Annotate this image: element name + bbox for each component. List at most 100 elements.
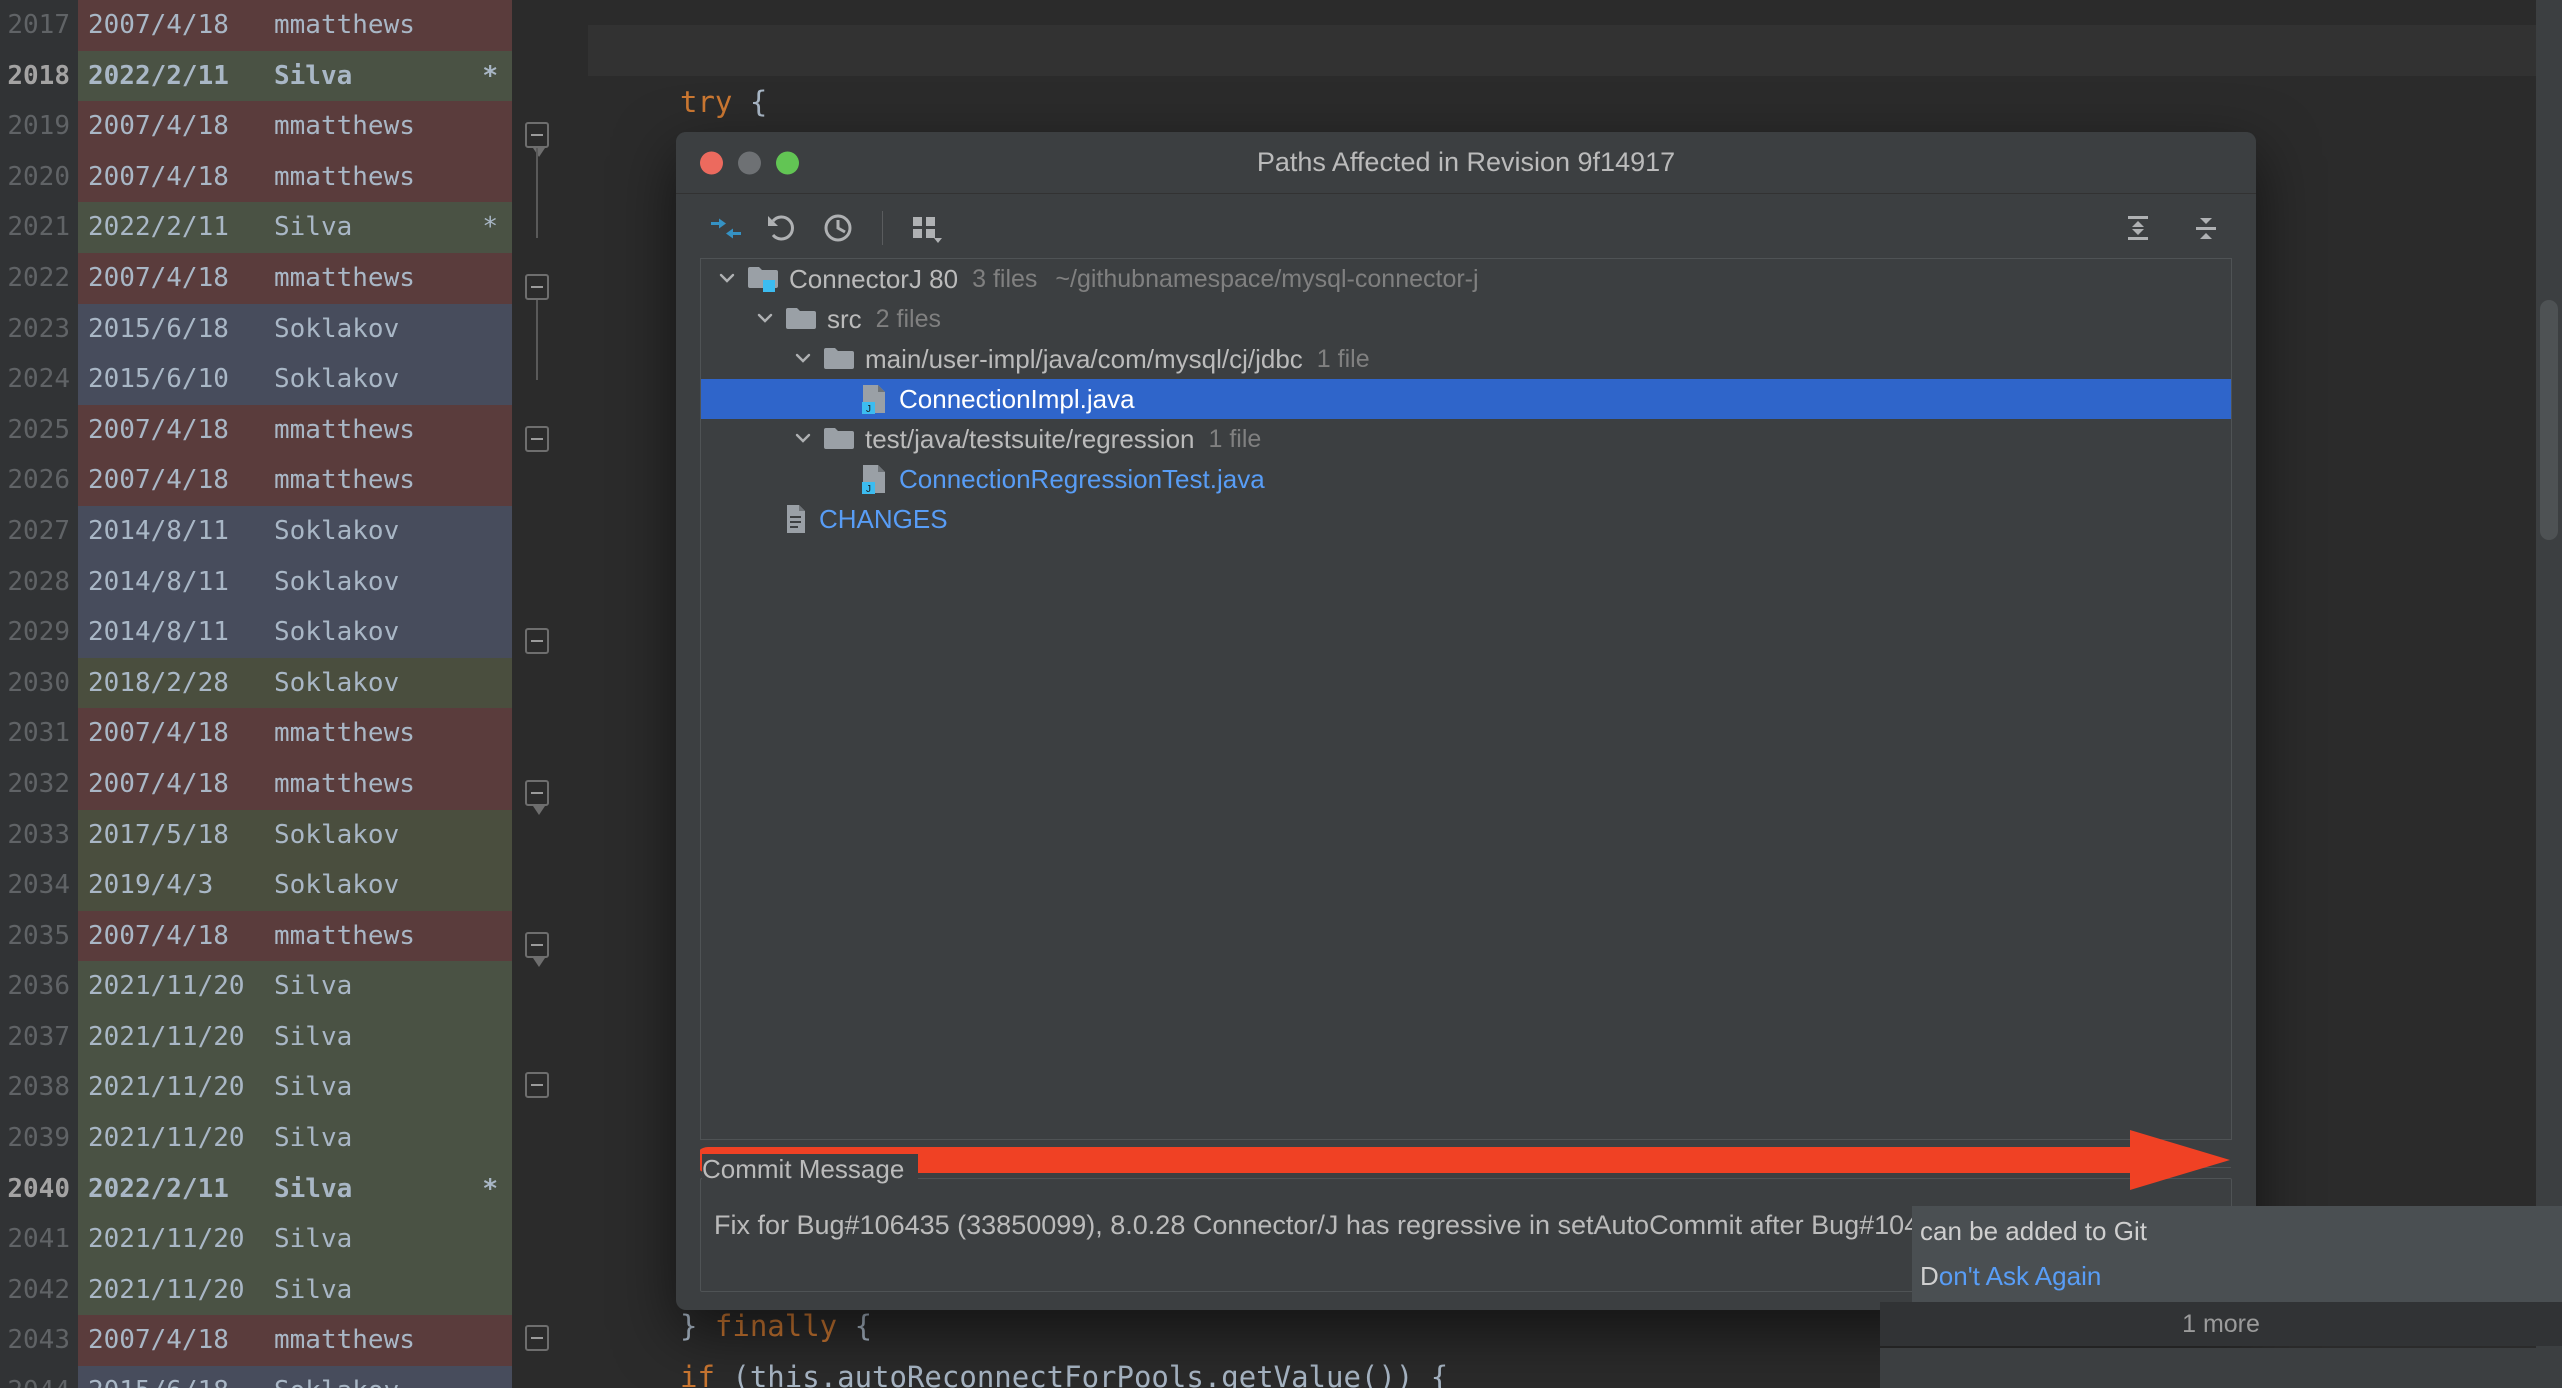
fold-marker[interactable]: [525, 426, 549, 452]
annotation-row[interactable]: 2022/2/11Silva*: [78, 51, 512, 102]
annotation-row[interactable]: 2021/11/20Silva: [78, 1012, 512, 1063]
annotation-author: Soklakov: [274, 810, 399, 861]
fold-marker[interactable]: [525, 780, 549, 806]
line-number: 2026: [0, 455, 78, 506]
annotation-row[interactable]: 2019/4/3Soklakov: [78, 860, 512, 911]
toolbar-right-group[interactable]: [2110, 202, 2234, 254]
tree-node-file-count: 3 files: [972, 265, 1037, 294]
fold-marker[interactable]: [525, 1325, 549, 1351]
notification-text: can be added to Git: [1912, 1216, 2562, 1247]
group-by-icon[interactable]: [899, 202, 955, 254]
annotation-star: *: [482, 202, 498, 253]
annotation-author: Soklakov: [274, 1366, 399, 1388]
affected-paths-tree[interactable]: ConnectorJ 803 files~/githubnamespace/my…: [700, 258, 2232, 1140]
fold-marker[interactable]: [525, 122, 549, 148]
tree-folder-node[interactable]: test/java/testsuite/regression1 file: [701, 419, 2231, 459]
dialog-title: Paths Affected in Revision 9f14917: [1257, 147, 1675, 178]
collapse-to-selection-icon[interactable]: [698, 202, 754, 254]
annotation-row[interactable]: 2018/2/28Soklakov: [78, 658, 512, 709]
fold-marker[interactable]: [525, 1072, 549, 1098]
annotation-author: Soklakov: [274, 304, 399, 355]
fold-line: [536, 300, 538, 380]
annotation-date: 2022/2/11: [88, 202, 274, 253]
annotation-author: Silva: [274, 1012, 352, 1063]
annotation-row[interactable]: 2007/4/18mmatthews: [78, 455, 512, 506]
annotation-row[interactable]: 2014/8/11Soklakov: [78, 607, 512, 658]
dialog-toolbar[interactable]: [676, 194, 2256, 262]
annotation-date: 2007/4/18: [88, 152, 274, 203]
tree-folder-node[interactable]: ConnectorJ 803 files~/githubnamespace/my…: [701, 259, 2231, 299]
folder-icon: [823, 426, 855, 452]
annotation-row[interactable]: 2022/2/11Silva*: [78, 202, 512, 253]
annotation-row[interactable]: 2014/8/11Soklakov: [78, 557, 512, 608]
tree-node-label: ConnectionImpl.java: [899, 384, 1135, 415]
line-number: 2044: [0, 1366, 78, 1388]
annotation-row[interactable]: 2022/2/11Silva*: [78, 1164, 512, 1215]
annotation-row[interactable]: 2021/11/20Silva: [78, 1062, 512, 1113]
annotation-author: Silva: [274, 1214, 352, 1265]
minimize-window-button[interactable]: [738, 151, 761, 174]
paths-affected-dialog[interactable]: Paths Affected in Revision 9f14917: [676, 132, 2256, 1310]
annotation-date: 2007/4/18: [88, 1315, 274, 1366]
chevron-down-icon[interactable]: [791, 346, 817, 372]
annotation-row[interactable]: 2007/4/18mmatthews: [78, 708, 512, 759]
annotation-row[interactable]: 2007/4/18mmatthews: [78, 253, 512, 304]
annotation-author: mmatthews: [274, 455, 415, 506]
annotation-row[interactable]: 2007/4/18mmatthews: [78, 405, 512, 456]
chevron-down-icon[interactable]: [753, 306, 779, 332]
annotation-row[interactable]: 2007/4/18mmatthews: [78, 101, 512, 152]
tree-file-node[interactable]: JConnectionRegressionTest.java: [701, 459, 2231, 499]
line-number: 2018: [0, 51, 78, 102]
annotation-author: Silva: [274, 1062, 352, 1113]
annotation-date: 2021/11/20: [88, 1265, 274, 1316]
annotation-author: mmatthews: [274, 405, 415, 456]
tree-node-label: CHANGES: [819, 504, 948, 535]
annotation-row[interactable]: 2007/4/18mmatthews: [78, 0, 512, 51]
annotation-row[interactable]: 2021/11/20Silva: [78, 1214, 512, 1265]
chevron-down-icon[interactable]: [715, 266, 741, 292]
annotation-row[interactable]: 2015/6/10Soklakov: [78, 354, 512, 405]
close-window-button[interactable]: [700, 151, 723, 174]
notification-more-bar[interactable]: 1 more: [1880, 1302, 2562, 1346]
annotation-row[interactable]: 2017/5/18Soklakov: [78, 810, 512, 861]
dont-ask-again-link[interactable]: Don't Ask Again: [1912, 1261, 2562, 1292]
annotation-row[interactable]: 2021/11/20Silva: [78, 1265, 512, 1316]
annotation-row[interactable]: 2021/11/20Silva: [78, 961, 512, 1012]
annotation-author: Silva: [274, 1265, 352, 1316]
tree-folder-node[interactable]: main/user-impl/java/com/mysql/cj/jdbc1 f…: [701, 339, 2231, 379]
dialog-titlebar[interactable]: Paths Affected in Revision 9f14917: [676, 132, 2256, 194]
annotation-row[interactable]: 2007/4/18mmatthews: [78, 152, 512, 203]
annotation-date: 2021/11/20: [88, 1062, 274, 1113]
editor-scrollbar[interactable]: [2536, 0, 2562, 1388]
window-controls[interactable]: [700, 151, 799, 174]
tree-node-label: main/user-impl/java/com/mysql/cj/jdbc: [865, 344, 1303, 375]
annotation-row[interactable]: 2015/6/18Soklakov: [78, 1366, 512, 1388]
scrollbar-thumb[interactable]: [2540, 300, 2558, 540]
tree-folder-node[interactable]: src2 files: [701, 299, 2231, 339]
editor-fold-gutter[interactable]: [512, 0, 588, 1388]
annotation-row[interactable]: 2021/11/20Silva: [78, 1113, 512, 1164]
annotation-gutter[interactable]: 2007/4/18mmatthews2022/2/11Silva*2007/4/…: [78, 0, 512, 1388]
annotation-author: mmatthews: [274, 1315, 415, 1366]
annotation-row[interactable]: 2007/4/18mmatthews: [78, 1315, 512, 1366]
fold-marker[interactable]: [525, 274, 549, 300]
expand-all-icon[interactable]: [2110, 202, 2166, 254]
line-number: 2021: [0, 202, 78, 253]
annotation-row[interactable]: 2015/6/18Soklakov: [78, 304, 512, 355]
revert-icon[interactable]: [754, 202, 810, 254]
annotation-row[interactable]: 2014/8/11Soklakov: [78, 506, 512, 557]
line-number: 2038: [0, 1062, 78, 1113]
fold-marker[interactable]: [525, 628, 549, 654]
tree-file-node[interactable]: JConnectionImpl.java: [701, 379, 2231, 419]
tree-file-node[interactable]: CHANGES: [701, 499, 2231, 539]
maximize-window-button[interactable]: [776, 151, 799, 174]
collapse-all-icon[interactable]: [2178, 202, 2234, 254]
annotation-date: 2021/11/20: [88, 1214, 274, 1265]
chevron-down-icon[interactable]: [791, 426, 817, 452]
tree-no-chevron: [753, 506, 779, 532]
fold-marker[interactable]: [525, 932, 549, 958]
line-number: 2035: [0, 911, 78, 962]
show-history-icon[interactable]: [810, 202, 866, 254]
annotation-row[interactable]: 2007/4/18mmatthews: [78, 759, 512, 810]
annotation-row[interactable]: 2007/4/18mmatthews: [78, 911, 512, 962]
